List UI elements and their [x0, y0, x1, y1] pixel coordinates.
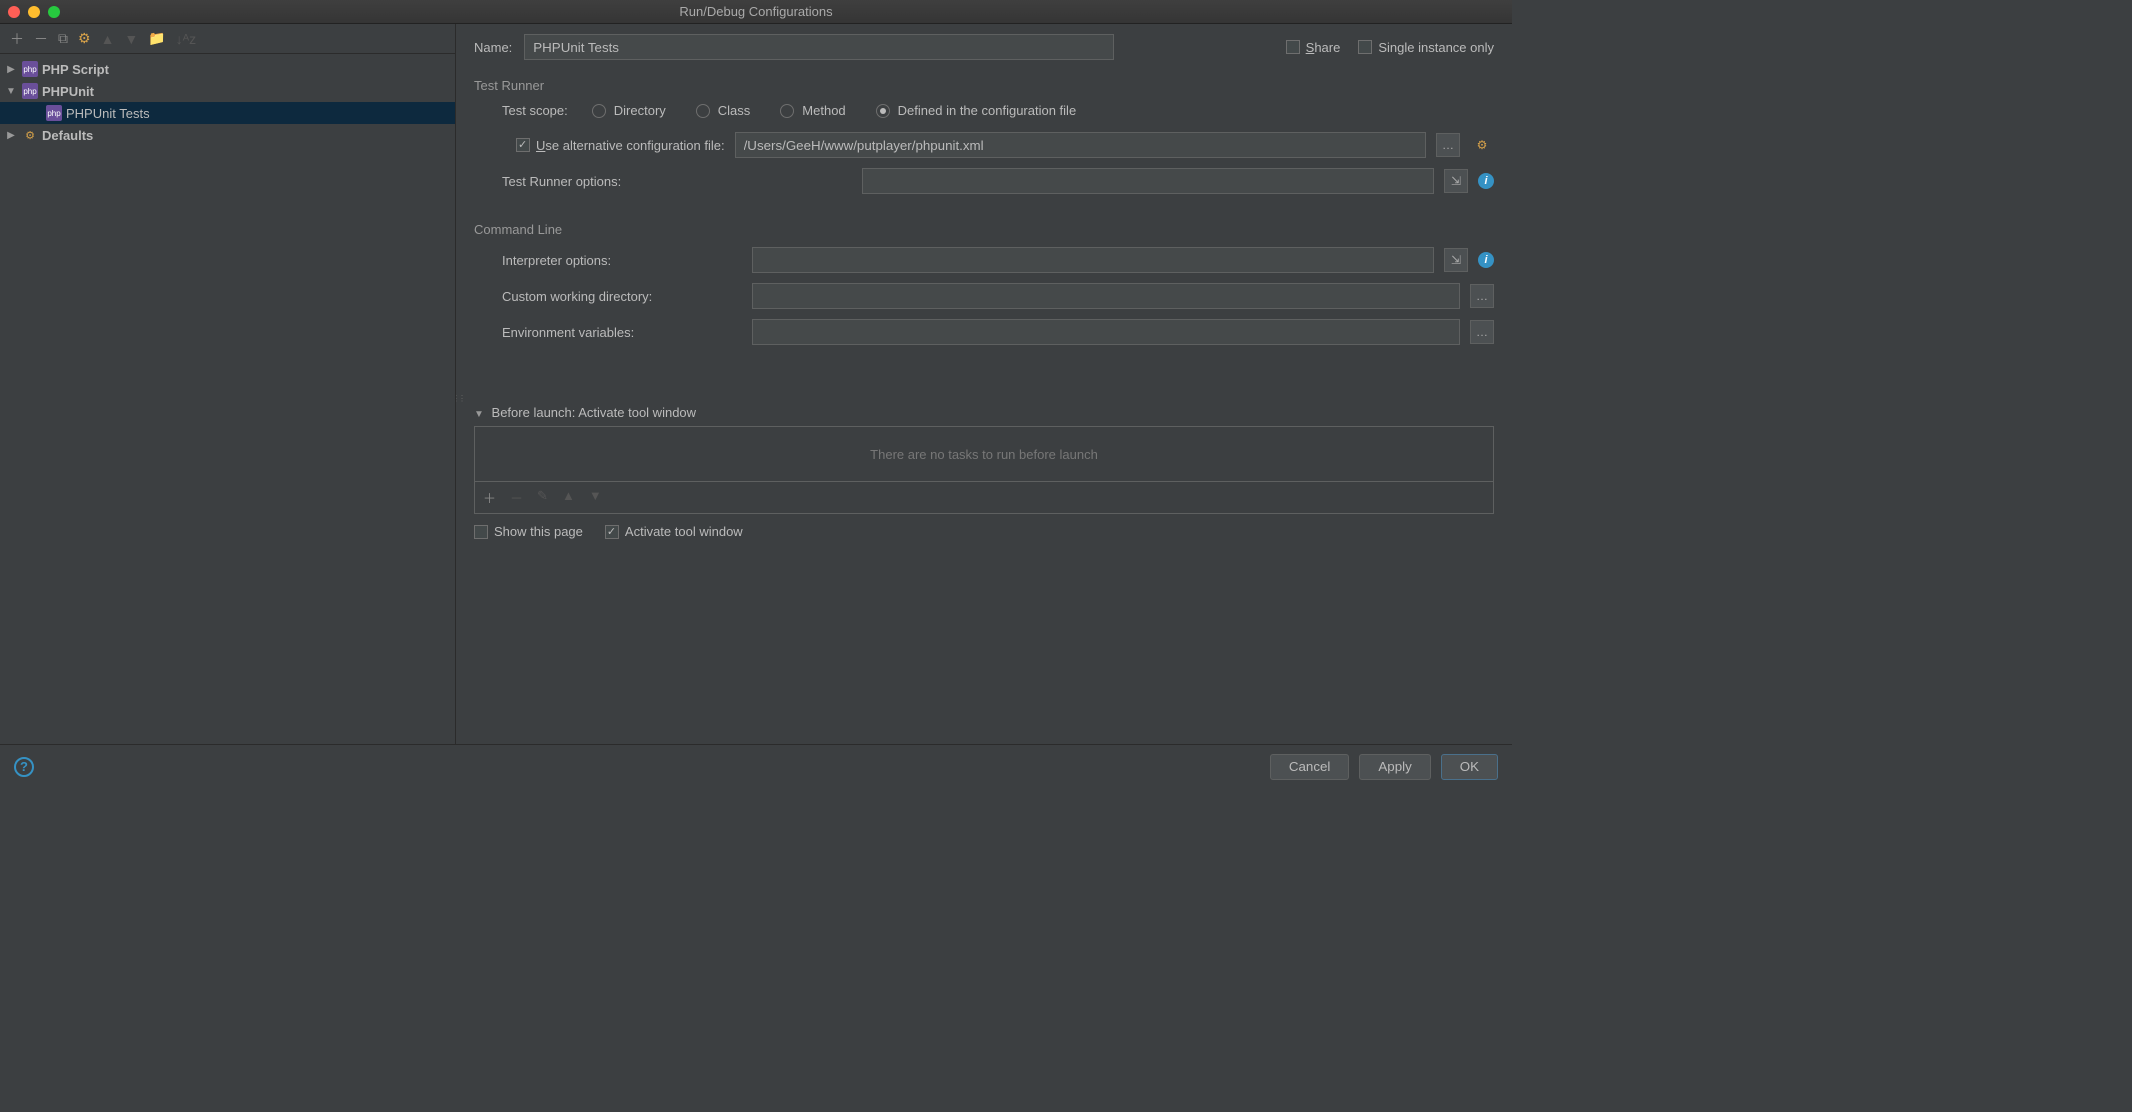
task-remove-icon[interactable]: － — [510, 488, 523, 507]
task-add-icon[interactable]: ＋ — [483, 488, 496, 507]
browse-button[interactable]: … — [1436, 133, 1460, 157]
splitter-handle[interactable]: ⋮⋮ — [456, 394, 458, 414]
sidebar-toolbar: ＋ － ⧉ ⚙ ▲ ▼ 📁 ↓ᴬᴢ — [0, 24, 455, 54]
chevron-right-icon: ▶ — [4, 64, 18, 75]
single-instance-checkbox[interactable]: Single instance only — [1358, 40, 1494, 55]
cancel-button[interactable]: Cancel — [1270, 754, 1350, 780]
chevron-right-icon: ▶ — [4, 130, 18, 141]
interpreter-options-label: Interpreter options: — [502, 253, 742, 268]
scope-method-radio[interactable]: Method — [780, 103, 845, 118]
apply-button[interactable]: Apply — [1359, 754, 1430, 780]
command-line-section-title: Command Line — [474, 222, 1494, 237]
expand-button[interactable]: ⇲ — [1444, 169, 1468, 193]
chevron-down-icon: ▼ — [474, 409, 484, 420]
php-file-icon: php — [22, 83, 38, 99]
share-checkbox[interactable]: Share — [1286, 40, 1341, 55]
custom-wd-label: Custom working directory: — [502, 289, 742, 304]
config-gear-icon[interactable]: ⚙ — [1470, 133, 1494, 157]
name-input[interactable] — [524, 34, 1114, 60]
settings-icon[interactable]: ⚙ — [78, 30, 91, 47]
copy-icon[interactable]: ⧉ — [58, 30, 68, 47]
tree-item-defaults[interactable]: ▶ ⚙ Defaults — [0, 124, 455, 146]
tree-item-phpunit-tests[interactable]: php PHPUnit Tests — [0, 102, 455, 124]
move-down-icon[interactable]: ▼ — [124, 31, 138, 47]
move-up-icon[interactable]: ▲ — [101, 31, 115, 47]
task-down-icon[interactable]: ▼ — [589, 488, 602, 507]
before-launch-header[interactable]: ▼ Before launch: Activate tool window — [474, 405, 1494, 420]
task-edit-icon[interactable]: ✎ — [537, 488, 548, 507]
php-file-icon: php — [22, 61, 38, 77]
before-launch-tasks: There are no tasks to run before launch — [474, 426, 1494, 482]
tree-item-php-script[interactable]: ▶ php PHP Script — [0, 58, 455, 80]
remove-icon[interactable]: － — [34, 29, 48, 49]
name-label: Name: — [474, 40, 512, 55]
scope-config-radio[interactable]: Defined in the configuration file — [876, 103, 1077, 118]
maximize-window-icon[interactable] — [48, 6, 60, 18]
folder-icon[interactable]: 📁 — [148, 30, 165, 47]
footer: ? Cancel Apply OK — [0, 744, 1512, 788]
ok-button[interactable]: OK — [1441, 754, 1498, 780]
add-icon[interactable]: ＋ — [10, 29, 24, 49]
expand-button[interactable]: ⇲ — [1444, 248, 1468, 272]
chevron-down-icon: ▼ — [4, 86, 18, 97]
task-up-icon[interactable]: ▲ — [562, 488, 575, 507]
config-tree: ▶ php PHP Script ▼ php PHPUnit php PHPUn… — [0, 54, 455, 744]
info-icon[interactable]: i — [1478, 252, 1494, 268]
browse-button[interactable]: … — [1470, 284, 1494, 308]
scope-directory-radio[interactable]: Directory — [592, 103, 666, 118]
php-file-icon: php — [46, 105, 62, 121]
close-window-icon[interactable] — [8, 6, 20, 18]
test-runner-options-label: Test Runner options: — [502, 174, 722, 189]
env-vars-label: Environment variables: — [502, 325, 742, 340]
sort-icon[interactable]: ↓ᴬᴢ — [176, 31, 196, 47]
tree-item-phpunit[interactable]: ▼ php PHPUnit — [0, 80, 455, 102]
test-scope-label: Test scope: — [502, 103, 568, 118]
custom-wd-input[interactable] — [752, 283, 1460, 309]
main-panel: ⋮⋮ Name: Share Single instance only Test… — [456, 24, 1512, 744]
gear-icon: ⚙ — [22, 127, 38, 143]
minimize-window-icon[interactable] — [28, 6, 40, 18]
use-alt-config-checkbox[interactable]: Use alternative configuration file: — [516, 138, 725, 153]
browse-button[interactable]: … — [1470, 320, 1494, 344]
window-title: Run/Debug Configurations — [679, 4, 832, 19]
env-vars-input[interactable] — [752, 319, 1460, 345]
alt-config-input[interactable] — [735, 132, 1426, 158]
interpreter-options-input[interactable] — [752, 247, 1434, 273]
info-icon[interactable]: i — [1478, 173, 1494, 189]
titlebar: Run/Debug Configurations — [0, 0, 1512, 24]
help-icon[interactable]: ? — [14, 757, 34, 777]
scope-class-radio[interactable]: Class — [696, 103, 751, 118]
activate-tool-checkbox[interactable]: Activate tool window — [605, 524, 743, 539]
show-page-checkbox[interactable]: Show this page — [474, 524, 583, 539]
test-runner-options-input[interactable] — [862, 168, 1434, 194]
sidebar: ＋ － ⧉ ⚙ ▲ ▼ 📁 ↓ᴬᴢ ▶ php PHP Script ▼ php… — [0, 24, 456, 744]
test-runner-section-title: Test Runner — [474, 78, 1494, 93]
